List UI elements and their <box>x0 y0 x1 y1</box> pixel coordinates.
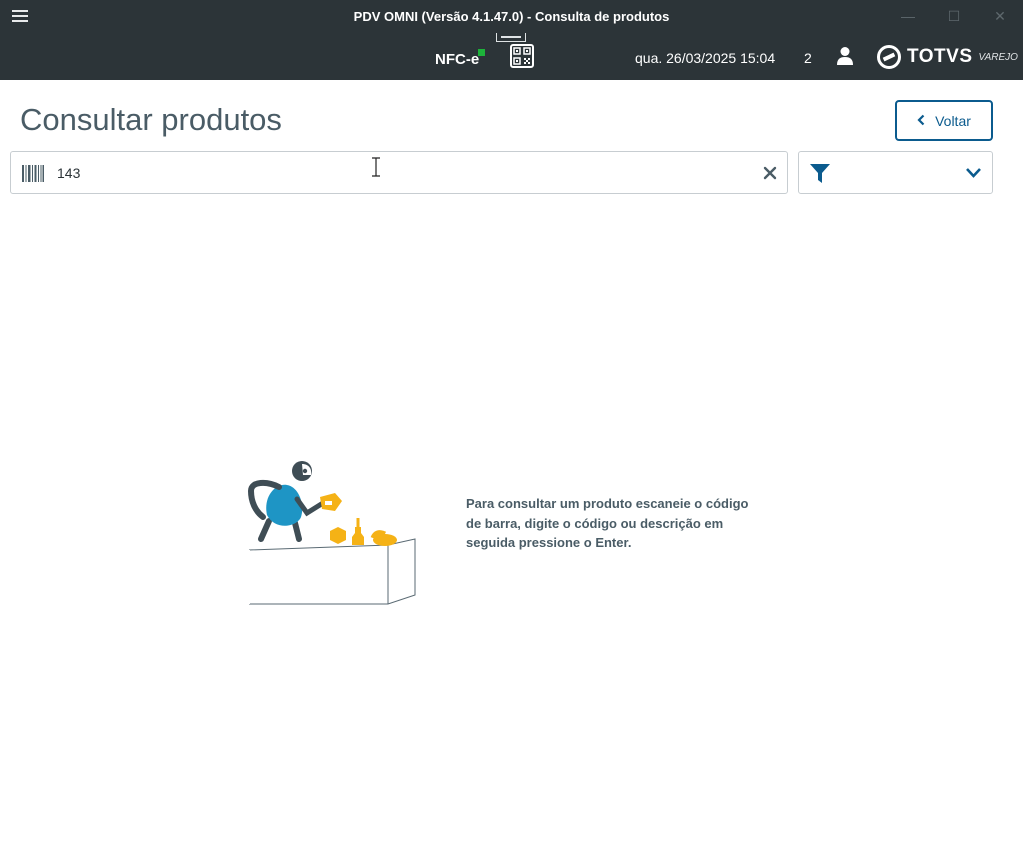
status-bar: NFC-e qua. 26/03/2025 15:04 2 TOTVS VARE… <box>0 33 1023 80</box>
close-button[interactable]: ✕ <box>990 7 1010 25</box>
empty-state-illustration <box>245 455 420 610</box>
fiscal-status-indicator <box>478 49 485 56</box>
filter-dropdown[interactable] <box>798 151 993 194</box>
fiscal-mode-label: NFC-e <box>435 51 480 68</box>
barcode-icon <box>22 165 44 182</box>
search-box <box>10 151 788 194</box>
printer-icon <box>496 33 526 42</box>
chevron-left-icon <box>917 113 925 129</box>
operator-count: 2 <box>804 50 812 66</box>
filter-icon <box>810 164 830 183</box>
logo-subtext: VAREJO <box>978 51 1018 63</box>
title-bar: PDV OMNI (Versão 4.1.47.0) - Consulta de… <box>0 0 1023 33</box>
logo-text: TOTVS <box>907 46 973 67</box>
page-title: Consultar produtos <box>20 102 282 137</box>
window-title: PDV OMNI (Versão 4.1.47.0) - Consulta de… <box>353 9 670 24</box>
user-icon[interactable] <box>836 46 854 66</box>
datetime-display: qua. 26/03/2025 15:04 <box>635 50 776 66</box>
clear-icon[interactable] <box>762 165 778 181</box>
back-button-label: Voltar <box>935 112 971 129</box>
qr-code-icon[interactable] <box>510 44 534 68</box>
chevron-down-icon <box>965 166 982 178</box>
search-input[interactable] <box>57 162 737 184</box>
back-button[interactable]: Voltar <box>895 100 993 141</box>
totvs-logo-mark <box>877 45 901 69</box>
maximize-button[interactable]: ☐ <box>944 7 964 25</box>
empty-state-message: Para consultar um produto escaneie o cód… <box>466 496 749 550</box>
text-cursor-icon <box>371 157 381 177</box>
minimize-button[interactable]: — <box>898 7 918 25</box>
totvs-logo: TOTVS VAREJO <box>877 44 1018 70</box>
